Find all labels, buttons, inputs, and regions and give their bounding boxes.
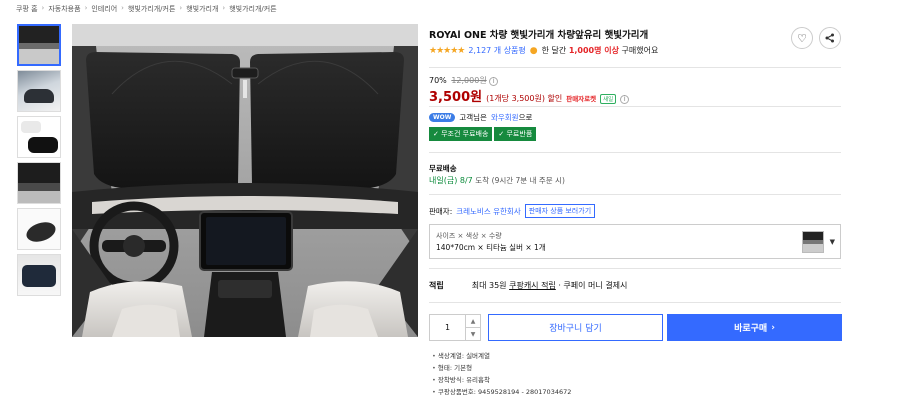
info-icon[interactable]: i [489,76,499,86]
chevron-down-icon: ▼ [829,238,835,246]
breadcrumb-item-sunshade[interactable]: 햇빛가리개 [186,4,218,14]
wow-member-row: WOW 고객님은 와우회원 으로 [429,112,532,123]
breadcrumb-separator: › [179,4,183,12]
spec-item: 쿠팡상품번호: 9459528194 - 28017034672 [432,386,571,398]
buyers-prefix: 한 달간 [541,46,567,55]
discount-rate: 70% [429,76,447,85]
breadcrumb-item-interior[interactable]: 인테리어 [91,4,117,14]
sale-price: 3,500원 [429,90,483,105]
breadcrumb-item-sunshade-curtain[interactable]: 햇빛가리개/커튼 [128,4,175,14]
thumbnail-3[interactable] [17,116,61,158]
free-shipping-badge: ✓ 무조건 무료배송 [429,127,493,141]
free-return-badge: ✓ 무료반품 [494,127,537,141]
review-count-link[interactable]: 2,127 개 상품평 [468,45,525,56]
wow-text-prefix: 고객님은 [459,113,487,122]
small-badge: 새일 [600,94,617,104]
seller-row: 판매자: 크레노비스 유한회사 판매자 상품 보러가기 [429,204,596,218]
thumbnail-list [17,24,61,296]
purchase-stats: 한 달간 1,000명 이상 구매했어요 [542,45,659,56]
decrease-icon[interactable]: ▼ [466,328,480,340]
quantity-arrows: ▲ ▼ [466,315,480,340]
reward-text: 최대 35원 쿠팡캐시 적립 · 쿠페이 머니 결제시 [472,280,628,291]
free-benefit-badges: ✓ 무조건 무료배송 ✓ 무료반품 [429,127,537,141]
breadcrumb: 쿠팡 홈 › 자동차용품 › 인테리어 › 햇빛가리개/커튼 › 햇빛가리개 › 햇빛가리… [16,4,277,14]
thumbnail-1[interactable] [17,24,61,66]
breadcrumb-separator: › [121,4,124,12]
divider [429,268,841,269]
wow-member-link[interactable]: 와우회원 [491,112,519,123]
action-icons: ♡ [791,27,841,49]
heart-icon[interactable]: ♡ [791,27,813,49]
reward-prefix: 최대 35원 [471,281,507,290]
divider [429,194,841,195]
breadcrumb-item-home[interactable]: 쿠팡 홈 [16,4,38,14]
arrival-note: (9시간 7분 내 주문 시) [491,176,565,185]
shipping-label: 무료배송 [429,164,457,173]
thumbnail-2[interactable] [17,70,61,112]
spec-item: 장착방식: 유리흡착 [432,374,571,386]
breadcrumb-separator: › [41,4,45,12]
product-main-image [72,24,418,337]
rating-row: ★★★★★ 2,127 개 상품평 ● 한 달간 1,000명 이상 구매했어요 [429,45,841,56]
star-rating-icon: ★★★★★ [429,45,465,56]
quantity-input[interactable]: 1 [430,315,466,340]
share-glyph [825,33,834,43]
breadcrumb-item-sunshade-curtain-2[interactable]: 햇빛가리개/커튼 [229,4,276,14]
thumbs-up-icon: ● [529,45,538,56]
seller-label: 판매자: [429,206,453,216]
divider [429,152,841,153]
thumbnail-4[interactable] [17,162,61,204]
seller-rocket-badge: 판매자로켓 [566,95,597,103]
option-selector[interactable]: 사이즈 × 색상 × 수량 140*70cm × 티타늄 실버 × 1개 ▼ [429,224,841,259]
reward-label: 적립 [429,281,444,290]
unit-price: (1개당 3,500원) 할인 [486,94,563,103]
coupang-cash-link[interactable]: 쿠팡캐시 적립 [509,281,556,290]
increase-icon[interactable]: ▲ [466,315,480,328]
wow-badge: WOW [429,113,456,122]
buy-now-button[interactable]: 바로구매 › [667,314,842,341]
product-info: ROYAl ONE 차량 햇빛가리개 차량앞유리 햇빛가리개 ♡ ★★★★★ 2… [429,24,841,56]
buyers-suffix: 구매했어요 [621,46,659,55]
thumbnail-5[interactable] [17,208,61,250]
info-icon[interactable]: i [620,94,630,104]
buy-now-label: 바로구매 [734,324,768,334]
arrival-word: 도착 [475,176,490,185]
reward-suffix: · 쿠페이 머니 결제시 [558,281,628,290]
discount-row: 70% 12,000원 i [429,75,499,86]
divider [429,106,841,107]
arrival-date: 내일(금) 8/7 [429,176,473,185]
reward-row: 적립 최대 35원 쿠팡캐시 적립 · 쿠페이 머니 결제시 [429,280,627,291]
divider [429,67,841,68]
breadcrumb-separator: › [84,4,88,12]
thumbnail-6[interactable] [17,254,61,296]
option-thumbnail [802,231,824,253]
price-row: 3,500원 (1개당 3,500원) 할인 판매자로켓 새일 i [429,86,630,105]
arrival-info: 내일(금) 8/7 도착 (9시간 7분 내 주문 시) [429,175,565,186]
spec-item: 형태: 기본형 [432,362,571,374]
add-to-cart-button[interactable]: 장바구니 담기 [488,314,663,341]
seller-products-button[interactable]: 판매자 상품 보러가기 [524,204,596,218]
option-label: 사이즈 × 색상 × 수량 [436,232,502,240]
spec-list: 색상계열: 실버계열 형태: 기본형 장착방식: 유리흡착 쿠팡상품번호: 94… [432,350,571,398]
original-price: 12,000원 [451,76,487,85]
divider [429,302,841,303]
seller-name-link[interactable]: 크레노비스 유한회사 [456,206,520,217]
breadcrumb-item-auto[interactable]: 자동차용품 [48,4,80,14]
car-interior-illustration [72,24,418,337]
quantity-stepper: 1 ▲ ▼ [429,314,481,341]
buyers-count: 1,000명 이상 [568,46,619,55]
spec-item: 색상계열: 실버계열 [432,350,571,362]
product-title: ROYAl ONE 차량 햇빛가리개 차량앞유리 햇빛가리개 [429,30,649,41]
option-value: 140*70cm × 티타늄 실버 × 1개 [436,243,546,252]
chevron-right-icon: › [771,322,775,333]
wow-text-suffix: 으로 [518,113,533,122]
breadcrumb-separator: › [222,4,226,12]
share-icon[interactable] [819,27,841,49]
